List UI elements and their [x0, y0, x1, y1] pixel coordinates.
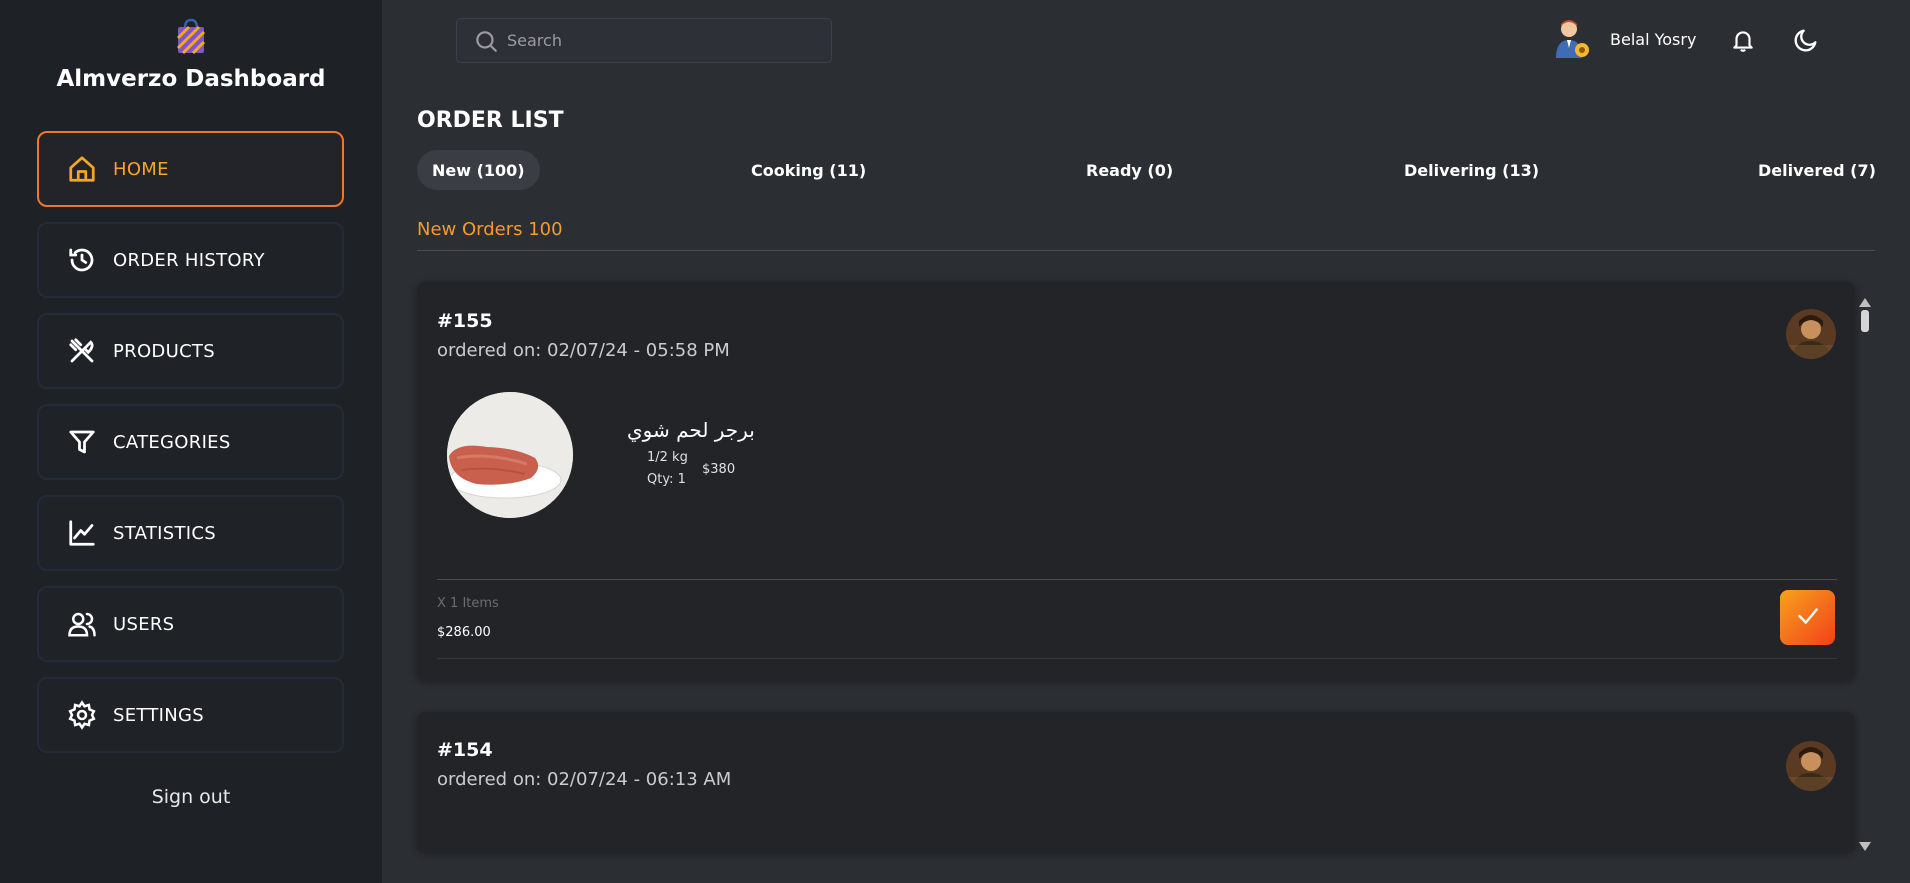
user-name[interactable]: Belal Yosry [1610, 30, 1696, 49]
sidebar-item-order-history[interactable]: ORDER HISTORY [37, 222, 344, 298]
items-count: X 1 Items [437, 596, 499, 611]
bell-icon[interactable] [1730, 26, 1756, 54]
customer-avatar[interactable] [1786, 309, 1836, 359]
home-icon [65, 152, 99, 186]
search-input[interactable] [507, 31, 807, 50]
sidebar-item-label: HOME [113, 158, 169, 180]
sidebar: Almverzo Dashboard HOME ORDER HISTORY PR… [0, 0, 382, 883]
order-card[interactable]: #155 ordered on: 02/07/24 - 05:58 PM برج… [417, 282, 1855, 680]
filter-icon [65, 425, 99, 459]
search-bar [456, 18, 832, 63]
history-icon [65, 243, 99, 277]
scroll-thumb[interactable] [1861, 310, 1869, 332]
tab-delivered[interactable]: Delivered (7) [1758, 150, 1876, 190]
customer-avatar[interactable] [1786, 741, 1836, 791]
order-total: $286.00 [437, 625, 491, 640]
scrollbar[interactable] [1857, 290, 1873, 851]
item-name: برجر لحم شوي [627, 418, 755, 442]
brand-title: Almverzo Dashboard [56, 66, 326, 92]
shopping-bag-icon [175, 18, 207, 55]
sidebar-item-settings[interactable]: SETTINGS [37, 677, 344, 753]
scroll-track[interactable] [1860, 308, 1870, 832]
item-price: $380 [702, 462, 736, 477]
sign-out-link[interactable]: Sign out [0, 786, 382, 808]
section-label: New Orders 100 [417, 219, 563, 240]
item-qty: Qty: 1 [647, 472, 686, 487]
scroll-up-arrow-icon[interactable] [1859, 292, 1871, 307]
page-title: ORDER LIST [417, 108, 564, 133]
scroll-down-arrow-icon[interactable] [1859, 837, 1871, 851]
confirm-order-button[interactable] [1780, 590, 1835, 645]
tab-cooking[interactable]: Cooking (11) [751, 150, 866, 190]
tab-ready[interactable]: Ready (0) [1086, 150, 1173, 190]
sidebar-item-label: ORDER HISTORY [113, 249, 265, 271]
sidebar-item-products[interactable]: PRODUCTS [37, 313, 344, 389]
product-image [447, 392, 573, 518]
sidebar-item-statistics[interactable]: STATISTICS [37, 495, 344, 571]
order-id: #155 [437, 310, 493, 332]
sidebar-item-label: USERS [113, 613, 175, 635]
tab-new[interactable]: New (100) [417, 150, 540, 190]
order-card[interactable]: #154 ordered on: 02/07/24 - 06:13 AM [417, 712, 1855, 852]
order-date: ordered on: 02/07/24 - 06:13 AM [437, 769, 732, 790]
moon-icon[interactable] [1792, 26, 1820, 54]
tab-delivering[interactable]: Delivering (13) [1404, 150, 1539, 190]
sidebar-item-label: PRODUCTS [113, 340, 215, 362]
utensils-icon [65, 334, 99, 368]
divider [417, 250, 1875, 251]
sidebar-item-home[interactable]: HOME [37, 131, 344, 207]
user-avatar[interactable] [1552, 18, 1592, 60]
order-id: #154 [437, 739, 493, 761]
sidebar-item-label: SETTINGS [113, 704, 205, 726]
chart-icon [65, 516, 99, 550]
sidebar-item-users[interactable]: USERS [37, 586, 344, 662]
sidebar-item-label: CATEGORIES [113, 431, 231, 453]
sidebar-item-label: STATISTICS [113, 522, 216, 544]
order-date: ordered on: 02/07/24 - 05:58 PM [437, 340, 730, 361]
order-footer: X 1 Items $286.00 [437, 579, 1837, 659]
users-icon [65, 607, 99, 641]
search-icon [473, 28, 499, 54]
sidebar-item-categories[interactable]: CATEGORIES [37, 404, 344, 480]
item-size: 1/2 kg [647, 450, 688, 465]
check-icon [1795, 603, 1821, 633]
gear-icon [65, 698, 99, 732]
